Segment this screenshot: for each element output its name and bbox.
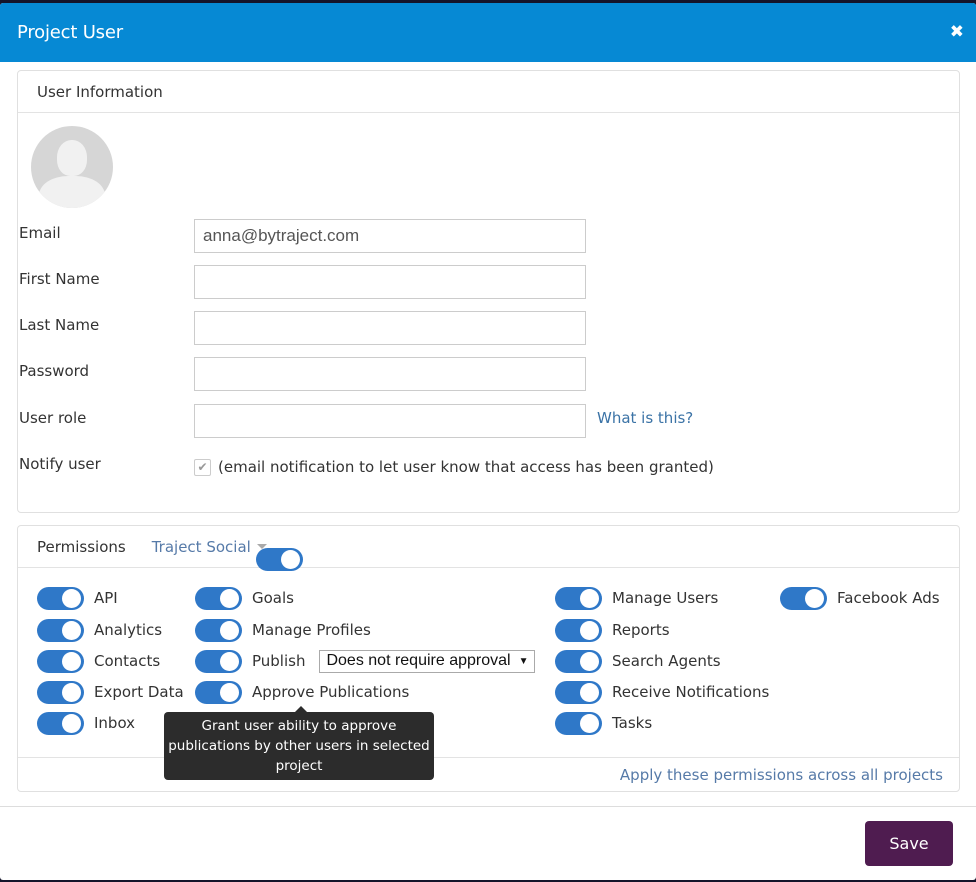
- dropdown-arrow-icon: ▼: [518, 655, 529, 667]
- last-name-row: Last Name: [19, 311, 586, 345]
- permission-label: Tasks: [612, 714, 653, 732]
- modal-title: Project User: [17, 22, 123, 43]
- modal-body: User Information Email First Name Last N…: [0, 62, 976, 792]
- permission-tasks: Tasks: [555, 711, 652, 735]
- inbox-toggle[interactable]: [37, 711, 84, 735]
- modal-header: Project User ✖: [0, 3, 976, 62]
- avatar: [31, 126, 113, 208]
- analytics-toggle[interactable]: [37, 618, 84, 642]
- permission-label: Search Agents: [612, 652, 721, 670]
- permission-label: Manage Profiles: [252, 621, 371, 639]
- what-is-this-link[interactable]: What is this?: [597, 409, 693, 427]
- permission-label: Analytics: [94, 621, 163, 639]
- password-field[interactable]: [194, 357, 586, 391]
- permission-api: API: [37, 586, 118, 610]
- first-name-field[interactable]: [194, 265, 586, 299]
- permission-reports: Reports: [555, 618, 670, 642]
- publish-approval-value: Does not require approval: [326, 652, 511, 669]
- permission-goals: Goals: [195, 586, 294, 610]
- master-permissions-toggle[interactable]: [255, 548, 303, 571]
- email-field[interactable]: [194, 219, 586, 253]
- api-toggle[interactable]: [37, 586, 84, 610]
- permission-label: Manage Users: [612, 589, 719, 607]
- permission-label: Inbox: [94, 714, 136, 732]
- permission-label: Export Data: [94, 683, 184, 701]
- export-data-toggle[interactable]: [37, 680, 84, 704]
- notify-user-label: Notify user: [19, 455, 101, 473]
- contacts-toggle[interactable]: [37, 649, 84, 673]
- project-user-modal: Project User ✖ User Information Email Fi…: [0, 3, 976, 880]
- tasks-toggle[interactable]: [555, 711, 602, 735]
- permission-manage-profiles: Manage Profiles: [195, 618, 371, 642]
- email-row: Email: [19, 219, 586, 253]
- user-role-field[interactable]: [194, 404, 586, 438]
- search-agents-toggle[interactable]: [555, 649, 602, 673]
- permission-manage-users: Manage Users: [555, 586, 718, 610]
- project-dropdown-label: Traject Social: [151, 537, 251, 556]
- publish-toggle[interactable]: [195, 649, 242, 673]
- email-label: Email: [19, 224, 61, 242]
- password-row: Password: [19, 357, 586, 391]
- permissions-heading: Permissions Traject Social: [18, 526, 959, 571]
- facebook-ads-toggle[interactable]: [780, 586, 827, 610]
- permission-publish: Publish Does not require approval ▼: [195, 649, 536, 673]
- avatar-head-shape: [57, 140, 87, 176]
- permission-label: Reports: [612, 621, 670, 639]
- user-information-panel: User Information Email First Name Last N…: [17, 70, 960, 513]
- permission-analytics: Analytics: [37, 618, 162, 642]
- manage-profiles-toggle[interactable]: [195, 618, 242, 642]
- apply-all-projects-link[interactable]: Apply these permissions across all proje…: [620, 766, 943, 784]
- approve-publications-tooltip: Grant user ability to approve publicatio…: [164, 706, 434, 780]
- permission-export-data: Export Data: [37, 680, 184, 704]
- permission-inbox: Inbox: [37, 711, 135, 735]
- publish-approval-select[interactable]: Does not require approval ▼: [319, 649, 536, 673]
- permissions-panel: Permissions Traject Social API Analytics…: [17, 525, 960, 792]
- modal-footer: Save: [0, 806, 976, 880]
- reports-toggle[interactable]: [555, 618, 602, 642]
- first-name-row: First Name: [19, 265, 586, 299]
- permission-label: API: [94, 589, 118, 607]
- notify-user-description: (email notification to let user know tha…: [218, 458, 714, 476]
- password-label: Password: [19, 362, 90, 380]
- manage-users-toggle[interactable]: [555, 586, 602, 610]
- save-button[interactable]: Save: [865, 821, 953, 866]
- permission-label: Approve Publications: [252, 683, 410, 701]
- permission-label: Facebook Ads: [837, 589, 940, 607]
- permission-search-agents: Search Agents: [555, 649, 721, 673]
- approve-publications-toggle[interactable]: [195, 680, 242, 704]
- permission-label: Goals: [252, 589, 294, 607]
- user-role-label: User role: [19, 409, 87, 427]
- project-dropdown[interactable]: Traject Social: [152, 538, 267, 556]
- last-name-field[interactable]: [194, 311, 586, 345]
- permission-label: Contacts: [94, 652, 161, 670]
- user-information-heading: User Information: [18, 71, 959, 113]
- permission-label: Publish: [252, 652, 306, 670]
- last-name-label: Last Name: [19, 316, 100, 334]
- permission-receive-notifications: Receive Notifications: [555, 680, 769, 704]
- permission-contacts: Contacts: [37, 649, 160, 673]
- avatar-body-shape: [39, 176, 105, 208]
- receive-notifications-toggle[interactable]: [555, 680, 602, 704]
- user-role-row: User role What is this?: [19, 404, 693, 438]
- goals-toggle[interactable]: [195, 586, 242, 610]
- first-name-label: First Name: [19, 270, 100, 288]
- permission-label: Receive Notifications: [612, 683, 770, 701]
- permission-approve-publications: Approve Publications: [195, 680, 409, 704]
- close-icon[interactable]: ✖: [950, 24, 964, 41]
- notify-user-row: Notify user ✔ (email notification to let…: [19, 450, 714, 484]
- permission-facebook-ads: Facebook Ads: [780, 586, 940, 610]
- permissions-footer: Apply these permissions across all proje…: [18, 757, 959, 791]
- permissions-title: Permissions: [37, 537, 126, 556]
- notify-user-checkbox[interactable]: ✔: [194, 458, 211, 476]
